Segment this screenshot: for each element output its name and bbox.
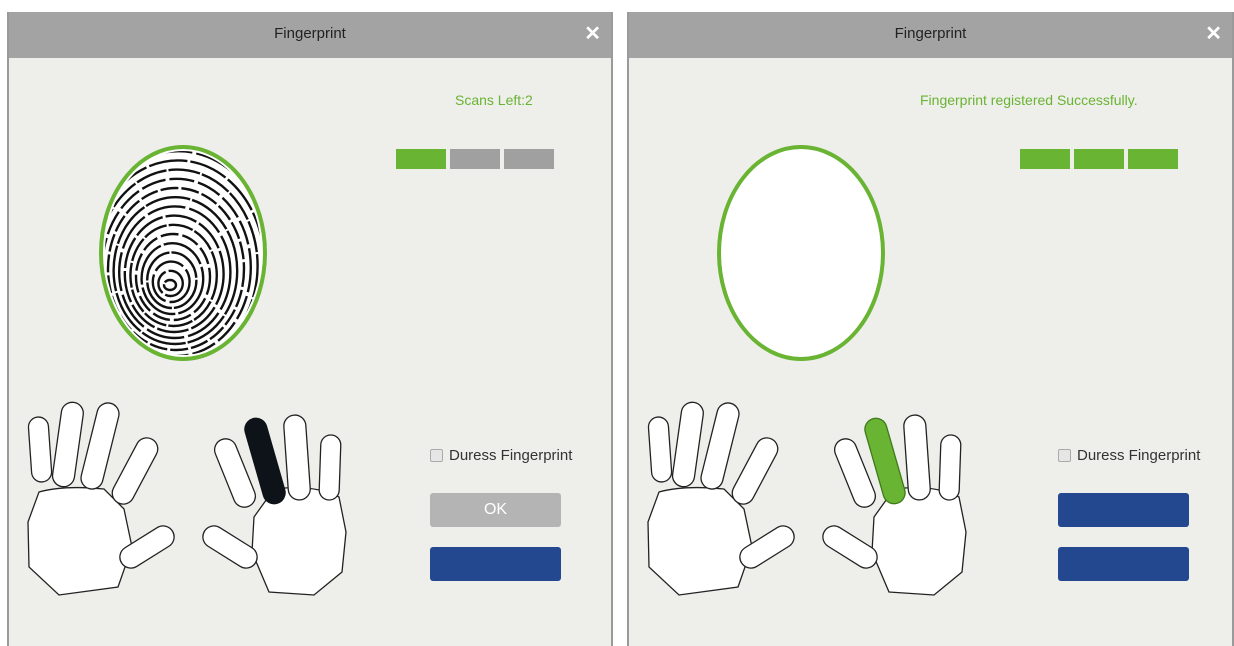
duress-label: Duress Fingerprint: [1077, 447, 1201, 464]
dialog-title: Fingerprint: [894, 25, 967, 42]
ok-button[interactable]: [1058, 493, 1189, 527]
close-icon[interactable]: ✕: [584, 12, 601, 56]
scan-progress-bar: [1020, 149, 1178, 169]
cancel-button[interactable]: [430, 547, 561, 581]
left-index-finger[interactable]: [728, 434, 781, 508]
progress-segment-2: [450, 149, 500, 169]
right-pinky[interactable]: [318, 434, 342, 501]
left-ring[interactable]: [51, 401, 85, 488]
left-middle[interactable]: [699, 401, 742, 492]
scan-progress-bar: [396, 149, 554, 169]
left-pinky[interactable]: [647, 416, 673, 483]
duress-fingerprint-checkbox[interactable]: Duress Fingerprint: [430, 447, 572, 464]
scans-left-text: Scans Left:2: [455, 92, 533, 108]
right-thumb[interactable]: [199, 522, 262, 572]
fingerprint-preview: [98, 145, 268, 362]
checkbox-box[interactable]: [1058, 449, 1071, 462]
close-icon[interactable]: ✕: [1205, 12, 1222, 56]
right-thumb[interactable]: [819, 522, 882, 572]
dialog-titlebar: Fingerprint ✕: [629, 12, 1232, 58]
left-pinky[interactable]: [27, 416, 53, 483]
progress-segment-1: [396, 149, 446, 169]
left-palm: [27, 486, 133, 596]
fingerprint-dialog-success: Fingerprint ✕ Fingerprint registered Suc…: [627, 12, 1234, 646]
progress-segment-3: [504, 149, 554, 169]
dialog-title: Fingerprint: [274, 25, 346, 42]
progress-segment-2: [1074, 149, 1124, 169]
cancel-button[interactable]: [1058, 547, 1189, 581]
progress-segment-1: [1020, 149, 1070, 169]
hand-diagram: [27, 401, 347, 596]
fingerprint-preview: [716, 145, 886, 362]
progress-segment-3: [1128, 149, 1178, 169]
dialog-titlebar: Fingerprint ✕: [9, 12, 611, 58]
duress-label: Duress Fingerprint: [449, 447, 573, 464]
left-index-finger[interactable]: [108, 434, 161, 508]
duress-fingerprint-checkbox[interactable]: Duress Fingerprint: [1058, 447, 1200, 464]
checkbox-box[interactable]: [430, 449, 443, 462]
ok-button[interactable]: OK: [430, 493, 561, 527]
left-ring[interactable]: [671, 401, 705, 488]
right-palm: [251, 487, 347, 596]
right-pinky[interactable]: [938, 434, 962, 501]
fingerprint-dialog-scanning: Fingerprint ✕ Scans Left:2 Duress Finger…: [7, 12, 613, 646]
left-palm: [647, 486, 753, 596]
registration-success-text: Fingerprint registered Successfully.: [920, 92, 1138, 108]
right-palm: [871, 487, 967, 596]
hand-diagram: [647, 401, 967, 596]
left-middle[interactable]: [79, 401, 122, 492]
